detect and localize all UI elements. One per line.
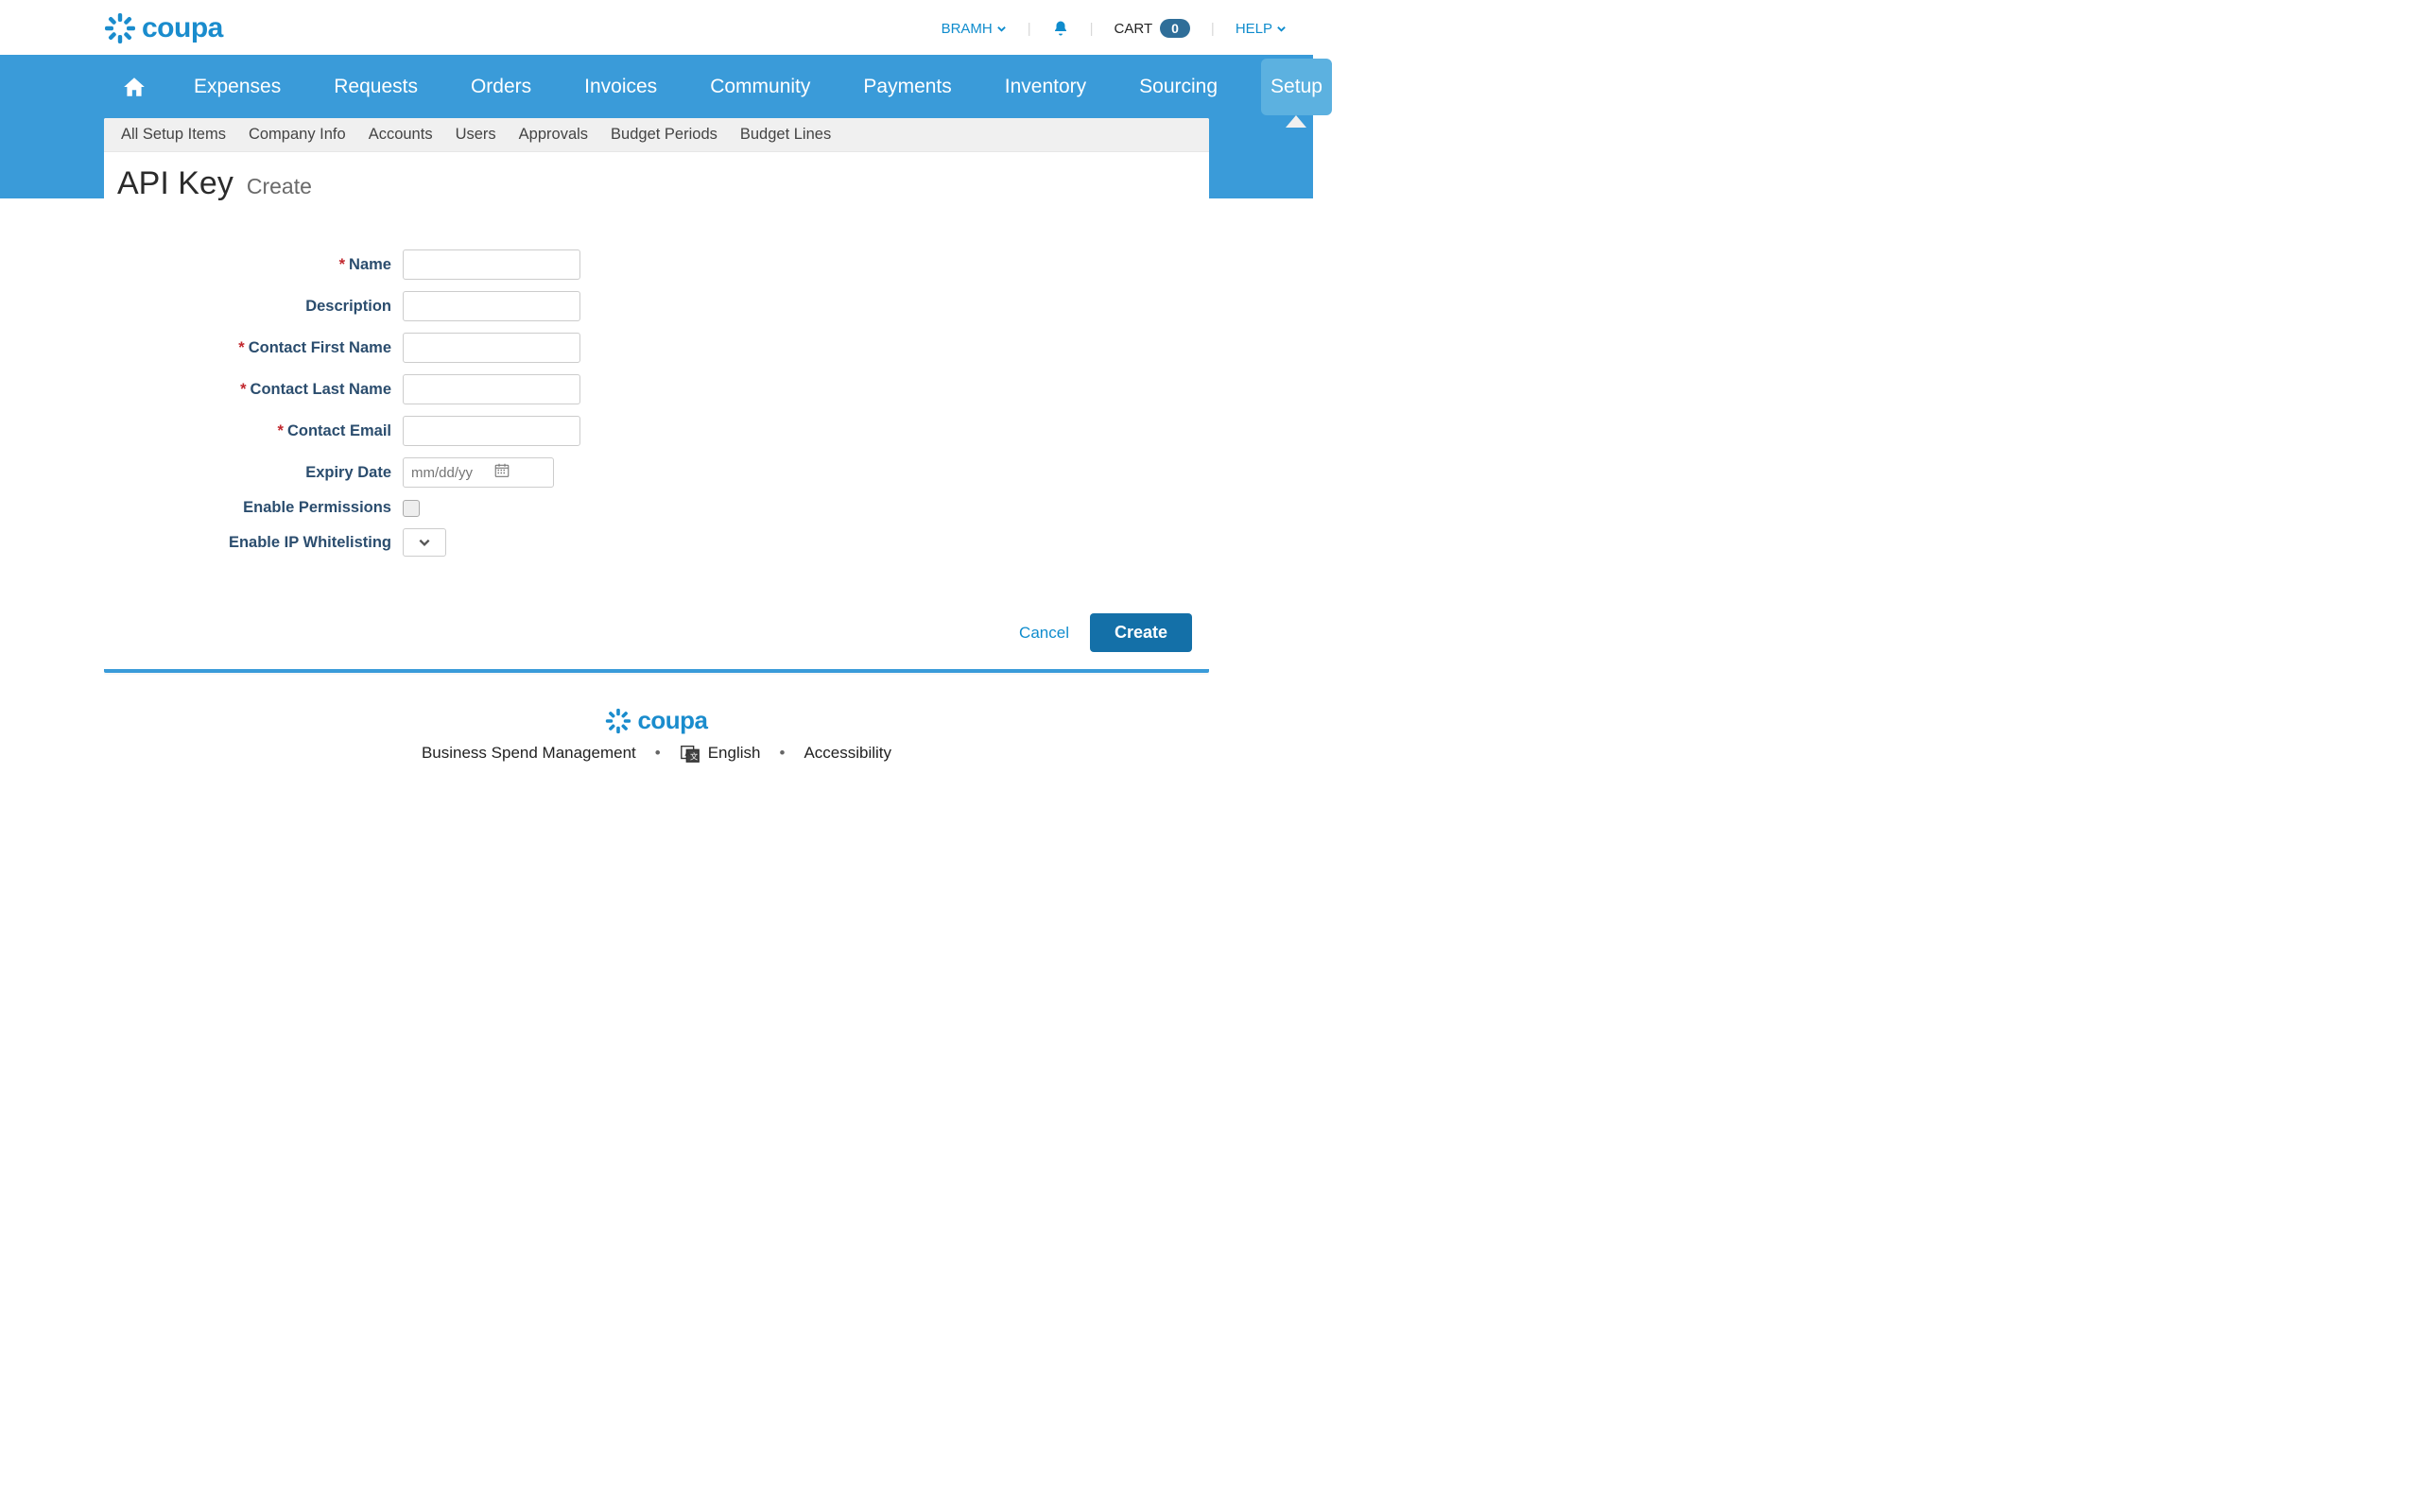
label-contact-last-name: *Contact Last Name — [121, 381, 391, 399]
dot-separator: • — [779, 744, 785, 763]
global-header: coupa BRAMH | | CART 0 | HELP — [0, 0, 1313, 55]
label-description: Description — [121, 298, 391, 316]
nav-item-sourcing[interactable]: Sourcing — [1130, 59, 1227, 115]
subnav-item-all-setup-items[interactable]: All Setup Items — [121, 126, 226, 144]
row-contact-first-name: *Contact First Name — [121, 333, 1192, 363]
nav-item-invoices[interactable]: Invoices — [575, 59, 666, 115]
svg-text:文: 文 — [690, 751, 698, 761]
input-contact-last-name[interactable] — [403, 374, 580, 404]
header-utilities: BRAMH | | CART 0 | HELP — [942, 19, 1296, 38]
footer-brand-name: coupa — [637, 706, 707, 735]
separator: | — [1211, 21, 1215, 37]
row-enable-permissions: Enable Permissions — [121, 499, 1192, 517]
dot-separator: • — [655, 744, 661, 763]
primary-nav: Expenses Requests Orders Invoices Community P… — [0, 55, 1313, 119]
subnav-item-budget-periods[interactable]: Budget Periods — [611, 126, 717, 144]
label-enable-ip-whitelisting: Enable IP Whitelisting — [121, 534, 391, 552]
page-header: API Key Create — [104, 152, 1209, 202]
chevron-down-icon — [418, 536, 431, 549]
create-button[interactable]: Create — [1090, 613, 1192, 652]
subnav-item-users[interactable]: Users — [456, 126, 496, 144]
row-name: *Name — [121, 249, 1192, 280]
checkbox-enable-permissions[interactable] — [403, 500, 420, 517]
row-expiry-date: Expiry Date — [121, 457, 1192, 488]
nav-item-community[interactable]: Community — [700, 59, 820, 115]
brand-name: coupa — [142, 12, 223, 44]
form-actions: Cancel Create — [104, 596, 1209, 669]
input-contact-first-name[interactable] — [403, 333, 580, 363]
coupa-flower-icon — [104, 12, 136, 44]
footer-logo[interactable]: coupa — [0, 706, 1313, 735]
row-description: Description — [121, 291, 1192, 321]
cart-label: CART — [1115, 21, 1153, 37]
subnav-item-company-info[interactable]: Company Info — [249, 126, 346, 144]
nav-item-payments[interactable]: Payments — [854, 59, 960, 115]
nav-item-orders[interactable]: Orders — [461, 59, 541, 115]
row-contact-email: *Contact Email — [121, 416, 1192, 446]
nav-item-requests[interactable]: Requests — [324, 59, 427, 115]
row-enable-ip-whitelisting: Enable IP Whitelisting — [121, 528, 1192, 557]
page-subtitle: Create — [247, 174, 312, 199]
footer-links: Business Spend Management • A文 English •… — [0, 743, 1313, 764]
separator: | — [1028, 21, 1031, 37]
sub-nav: All Setup Items Company Info Accounts Users… — [104, 118, 1209, 152]
row-contact-last-name: *Contact Last Name — [121, 374, 1192, 404]
user-menu[interactable]: BRAMH — [942, 21, 1007, 37]
language-label: English — [708, 744, 761, 763]
label-name: *Name — [121, 256, 391, 274]
cart[interactable]: CART 0 — [1115, 19, 1190, 38]
coupa-flower-icon — [605, 708, 631, 734]
subnav-item-accounts[interactable]: Accounts — [369, 126, 433, 144]
input-contact-email[interactable] — [403, 416, 580, 446]
footer-tagline: Business Spend Management — [422, 744, 636, 763]
cart-count-pill: 0 — [1160, 19, 1190, 38]
notifications-icon[interactable] — [1052, 20, 1069, 37]
toggle-enable-ip-whitelisting[interactable] — [403, 528, 446, 557]
language-selector[interactable]: A文 English — [680, 743, 761, 764]
input-name[interactable] — [403, 249, 580, 280]
chevron-down-icon — [996, 24, 1007, 34]
label-enable-permissions: Enable Permissions — [121, 499, 391, 517]
language-icon: A文 — [680, 743, 700, 764]
help-label: HELP — [1236, 21, 1272, 37]
page-title: API Key — [117, 165, 233, 202]
page-card: All Setup Items Company Info Accounts Users… — [104, 118, 1209, 673]
accessibility-link[interactable]: Accessibility — [804, 744, 891, 763]
user-name: BRAMH — [942, 21, 993, 37]
subnav-item-approvals[interactable]: Approvals — [519, 126, 588, 144]
input-expiry-date[interactable] — [403, 457, 554, 488]
cancel-link[interactable]: Cancel — [1019, 624, 1069, 643]
nav-item-expenses[interactable]: Expenses — [184, 59, 290, 115]
label-contact-email: *Contact Email — [121, 422, 391, 440]
home-icon[interactable] — [118, 75, 150, 99]
input-description[interactable] — [403, 291, 580, 321]
api-key-form: *Name Description *Contact First Name *C… — [104, 202, 1209, 596]
label-contact-first-name: *Contact First Name — [121, 339, 391, 357]
chevron-down-icon — [1276, 24, 1287, 34]
page-footer: coupa Business Spend Management • A文 Eng… — [0, 706, 1313, 801]
nav-item-setup[interactable]: Setup — [1261, 59, 1332, 115]
label-expiry-date: Expiry Date — [121, 464, 391, 482]
help-menu[interactable]: HELP — [1236, 21, 1287, 37]
subnav-item-budget-lines[interactable]: Budget Lines — [740, 126, 831, 144]
nav-item-inventory[interactable]: Inventory — [995, 59, 1096, 115]
separator: | — [1090, 21, 1094, 37]
brand-logo[interactable]: coupa — [104, 12, 223, 44]
nav-item-more[interactable]: More... — [1366, 59, 1446, 115]
